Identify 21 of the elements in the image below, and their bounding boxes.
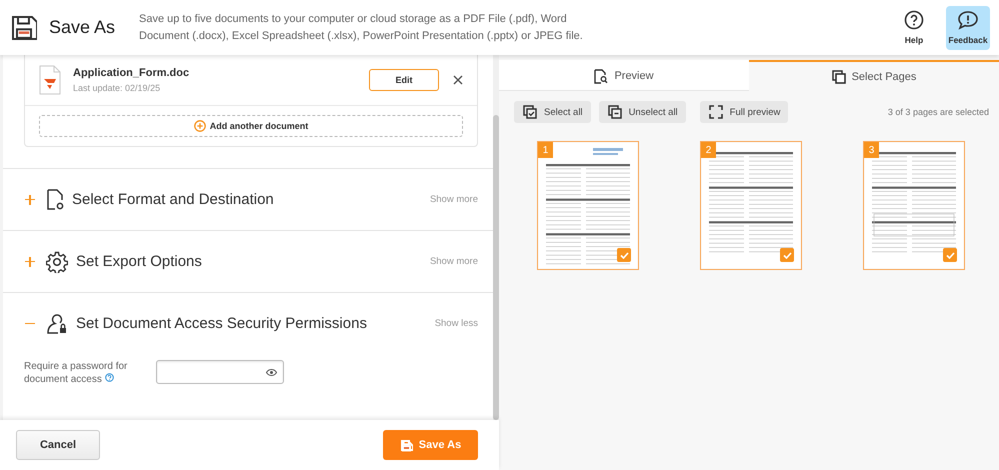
edit-button[interactable]: Edit — [369, 69, 439, 91]
help-button[interactable]: Help — [892, 6, 936, 50]
section-title[interactable]: Set Document Access Security Permissions — [76, 315, 435, 332]
add-document-button[interactable]: Add another document — [39, 115, 463, 137]
password-label: Require a password for document access — [24, 360, 128, 386]
unselect-all-button[interactable]: Unselect all — [598, 101, 686, 123]
section-title[interactable]: Set Export Options — [76, 253, 430, 270]
document-name: Application_Form.doc — [73, 67, 190, 79]
feedback-button[interactable]: Feedback — [946, 6, 990, 50]
dialog-title: Save As — [49, 17, 116, 38]
selection-count: 3 of 3 pages are selected — [888, 107, 989, 117]
page-number: 3 — [864, 142, 879, 158]
dialog-description: Save up to five documents to your computer or cloud storage as a PDF File (.pdf), Word Document (.docx), Excel Spreadsheet (.xlsx), PowerPoint Presentation (.pptx) or JPEG file. — [139, 12, 584, 44]
page-number: 1 — [538, 142, 553, 158]
select-all-button[interactable]: Select all — [514, 101, 591, 123]
cancel-button[interactable]: Cancel — [16, 430, 100, 460]
full-preview-button[interactable]: Full preview — [700, 101, 788, 123]
page-number: 2 — [701, 142, 716, 158]
section-title[interactable]: Select Format and Destination — [72, 191, 430, 208]
tab[interactable]: Preview — [499, 60, 749, 91]
last-update-date: Last update: 02/19/25 — [73, 83, 162, 93]
